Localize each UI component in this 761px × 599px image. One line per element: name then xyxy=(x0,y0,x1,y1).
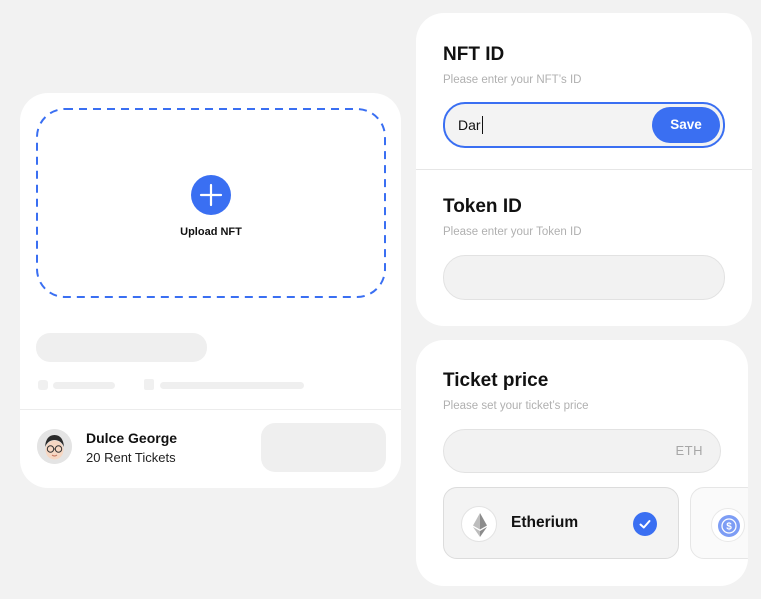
nft-id-subtitle: Please enter your NFT’s ID xyxy=(443,74,582,86)
avatar xyxy=(37,429,72,464)
token-id-title: Token ID xyxy=(443,196,522,217)
section-divider xyxy=(416,169,752,170)
text-caret xyxy=(482,116,483,134)
calendar-icon xyxy=(144,379,154,390)
user-name: Dulce George xyxy=(86,430,178,446)
date-skeleton xyxy=(160,382,304,389)
nft-preview-card: Upload NFT Dulce George 20 Rent Tickets xyxy=(20,93,401,488)
token-id-subtitle: Please enter your Token ID xyxy=(443,226,582,238)
currency-suffix: ETH xyxy=(675,443,703,458)
nft-id-input[interactable]: Dar Save xyxy=(443,102,725,148)
title-skeleton xyxy=(36,333,207,362)
currency-option-usdc[interactable]: $ xyxy=(690,487,748,559)
plus-icon[interactable] xyxy=(191,175,231,215)
nft-id-title: NFT ID xyxy=(443,44,505,65)
currency-option-label: Etherium xyxy=(511,514,579,531)
currency-option-ethereum[interactable]: Etherium xyxy=(443,487,679,559)
rent-tickets-count: 20 Rent Tickets xyxy=(86,450,176,465)
save-button[interactable]: Save xyxy=(652,107,720,143)
ethereum-icon xyxy=(461,506,497,542)
upload-label: Upload NFT xyxy=(180,226,242,238)
upload-dropzone[interactable]: Upload NFT xyxy=(36,108,386,298)
ticket-price-title: Ticket price xyxy=(443,370,549,391)
svg-text:$: $ xyxy=(726,522,732,533)
sparkle-icon xyxy=(38,380,48,390)
ticket-price-input[interactable]: ETH xyxy=(443,429,721,473)
ticket-price-subtitle: Please set your ticket’s price xyxy=(443,400,589,412)
nft-id-value: Dar xyxy=(458,117,481,133)
check-icon xyxy=(633,512,657,536)
meta-skeleton xyxy=(53,382,115,389)
usdc-icon: $ xyxy=(711,508,745,542)
ticket-price-card: Ticket price Please set your ticket’s pr… xyxy=(416,340,748,586)
card-divider xyxy=(20,409,401,410)
action-button-skeleton xyxy=(261,423,386,472)
token-id-input[interactable] xyxy=(443,255,725,300)
id-form-card: NFT ID Please enter your NFT’s ID Dar Sa… xyxy=(416,13,752,326)
